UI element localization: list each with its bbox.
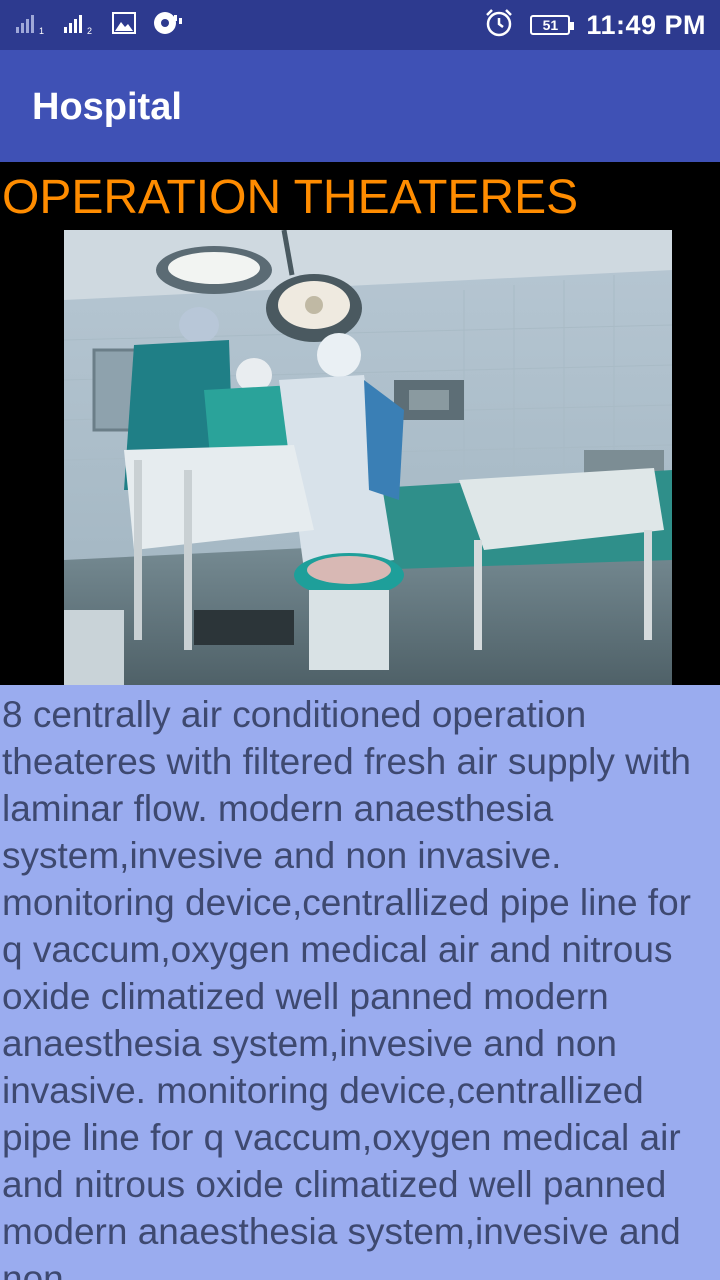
signal-sim2-icon: 2	[64, 11, 96, 40]
operation-theatre-photo	[64, 230, 672, 685]
alarm-icon	[484, 8, 514, 43]
battery-icon: 51	[530, 15, 575, 35]
sim1-label: 1	[39, 26, 44, 35]
sim2-label: 2	[87, 26, 92, 35]
status-bar: 1 2 51 11:49 PM	[0, 0, 720, 50]
section-description: 8 centrally air conditioned operation th…	[0, 685, 720, 1280]
media-notification-icon	[152, 10, 184, 41]
status-right-icons: 51 11:49 PM	[484, 8, 706, 42]
app-bar: Hospital	[0, 50, 720, 162]
status-time: 11:49 PM	[586, 9, 706, 40]
image-notification-icon	[112, 11, 136, 40]
app-title: Hospital	[32, 86, 182, 128]
section-title: OPERATION THEATERES	[2, 171, 579, 224]
signal-sim1-icon: 1	[16, 11, 48, 40]
content-area[interactable]: OPERATION THEATERES 8 centrally air cond…	[0, 162, 720, 1280]
status-left-icons: 1 2	[16, 10, 184, 40]
